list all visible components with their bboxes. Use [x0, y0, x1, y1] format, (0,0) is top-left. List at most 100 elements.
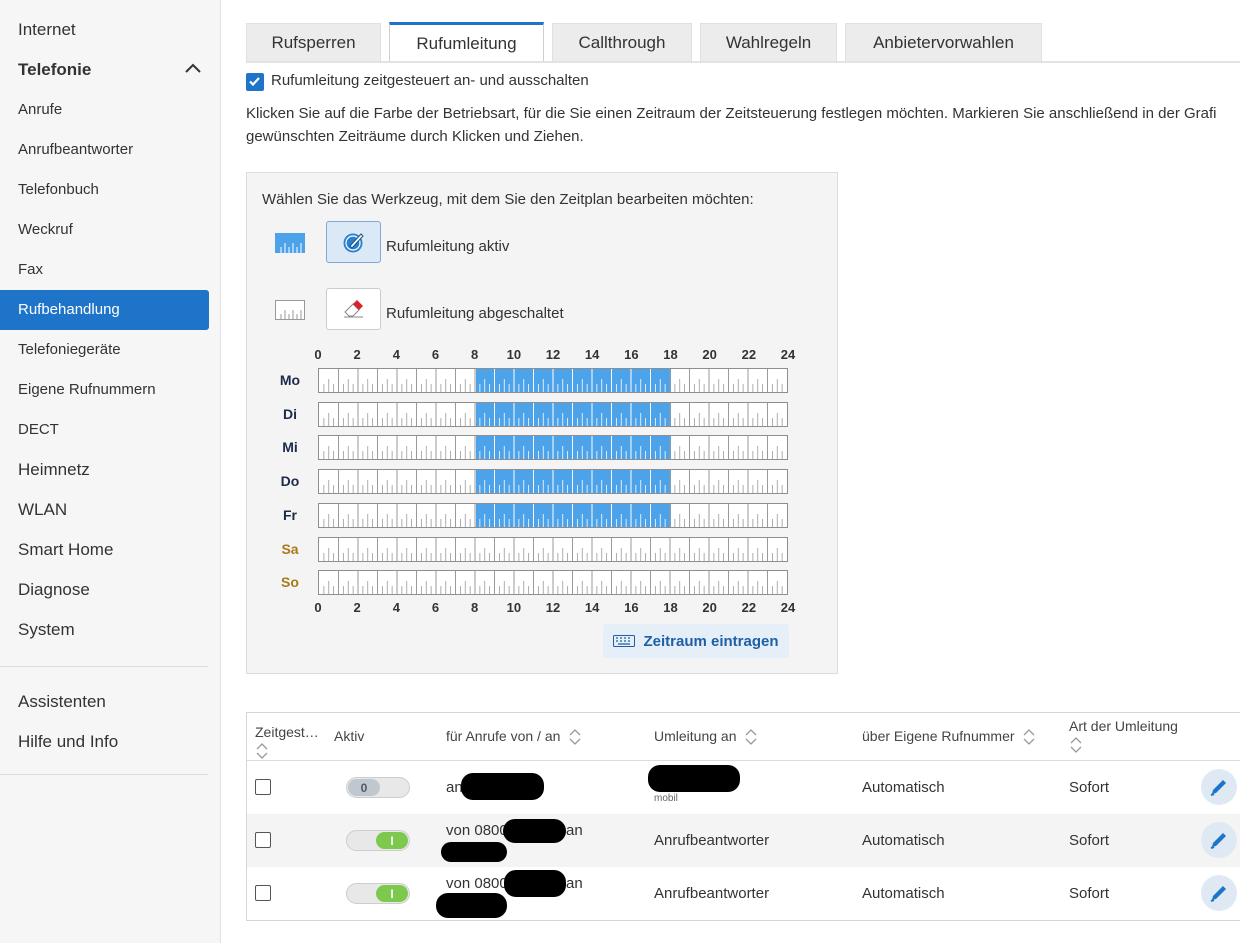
hour-label: 22	[741, 347, 757, 362]
schedule-row[interactable]	[318, 401, 788, 427]
day-label: Di	[283, 405, 297, 422]
tick-marks	[323, 369, 783, 392]
row-checkbox[interactable]	[255, 779, 271, 795]
sidebar-item-assistenten[interactable]: Assistenten	[0, 682, 209, 722]
column-header-label: über Eigene Rufnummer	[862, 728, 1015, 744]
hour-label: 24	[780, 600, 796, 615]
tick-marks	[323, 503, 783, 527]
hour-label: 10	[506, 347, 522, 362]
hour-label: 8	[471, 600, 479, 615]
eraser-icon	[343, 300, 363, 318]
schedule-row[interactable]	[318, 502, 788, 528]
edit-button[interactable]	[1201, 822, 1237, 858]
hour-label: 2	[353, 600, 361, 615]
sidebar-item-smart-home[interactable]: Smart Home	[0, 530, 209, 570]
tab-callthrough[interactable]: Callthrough	[552, 23, 692, 61]
sidebar-item-telefoniegeraete[interactable]: Telefoniegeräte	[0, 330, 209, 370]
hour-label: 22	[741, 600, 757, 615]
sidebar-item-rufbehandlung[interactable]: Rufbehandlung	[0, 290, 209, 330]
active-toggle[interactable]: I	[346, 830, 410, 851]
hour-label: 14	[584, 347, 600, 362]
instructions-line-2: gewünschten Zeiträume durch Klicken und …	[246, 128, 584, 145]
calls-suffix: an	[566, 875, 583, 892]
sort-icon	[745, 729, 757, 746]
schedule-row[interactable]	[318, 469, 788, 495]
schedule-row[interactable]	[318, 536, 788, 562]
pencil-icon	[1210, 780, 1226, 796]
sort-icon	[256, 743, 268, 759]
sidebar-item-weckruf[interactable]: Weckruf	[0, 210, 209, 250]
sidebar-item-label: Telefonie	[18, 60, 92, 79]
target-text: Anrufbeantworter	[654, 885, 770, 902]
sidebar-item-dect[interactable]: DECT	[0, 410, 209, 450]
tab-underline	[246, 61, 1240, 63]
active-toggle[interactable]: I	[346, 883, 410, 904]
sidebar-item-anrufe[interactable]: Anrufe	[0, 90, 209, 130]
active-toggle[interactable]: 0	[346, 777, 410, 798]
sidebar-item-internet[interactable]: Internet	[0, 10, 209, 50]
sidebar-item-eigene-rufnummern[interactable]: Eigene Rufnummern	[0, 370, 209, 410]
column-header-label: Art der Umleitung	[1069, 718, 1178, 734]
redacted-target-number	[648, 765, 740, 792]
hour-label: 12	[545, 600, 561, 615]
column-header-anrufe[interactable]: für Anrufe von / an	[446, 728, 582, 746]
day-label: Fr	[283, 506, 297, 523]
hour-label: 6	[431, 600, 440, 615]
tab-wahlregeln[interactable]: Wahlregeln	[700, 23, 837, 61]
tick-marks	[323, 402, 783, 426]
column-header-eigene-rufnummer[interactable]: über Eigene Rufnummer	[862, 728, 1036, 746]
sidebar-item-heimnetz[interactable]: Heimnetz	[0, 450, 209, 490]
sidebar-item-fax[interactable]: Fax	[0, 250, 209, 290]
edit-button[interactable]	[1201, 769, 1237, 805]
redacted-number	[441, 842, 507, 862]
tab-rufsperren[interactable]: Rufsperren	[246, 23, 381, 61]
tool-active-label: Rufumleitung aktiv	[386, 238, 510, 255]
tab-anbietervorwahlen[interactable]: Anbietervorwahlen	[845, 23, 1042, 61]
chevron-up-icon	[185, 63, 201, 73]
schedule-row[interactable]	[318, 435, 788, 461]
hour-label: 20	[702, 600, 717, 615]
tick-marks	[323, 537, 783, 561]
hour-label: 12	[545, 347, 561, 362]
schedule-row[interactable]	[318, 368, 788, 393]
hour-label: 8	[471, 347, 479, 362]
own-number-text: Automatisch	[862, 779, 945, 796]
column-header-label: für Anrufe von / an	[446, 728, 561, 744]
tab-rufumleitung[interactable]: Rufumleitung	[389, 22, 544, 62]
column-header-zeitgesteuert[interactable]: Zeitgest…	[255, 724, 319, 762]
hour-label: 20	[702, 347, 717, 362]
timer-checkbox-label: Rufumleitung zeitgesteuert an- und aussc…	[271, 72, 589, 89]
tick-marks	[323, 436, 783, 460]
sidebar-item-telefonie[interactable]: Telefonie	[0, 50, 209, 90]
hour-label: 16	[624, 347, 639, 362]
instructions-line-1: Klicken Sie auf die Farbe der Betriebsar…	[246, 105, 1217, 122]
row-checkbox[interactable]	[255, 885, 271, 901]
sidebar-item-wlan[interactable]: WLAN	[0, 490, 209, 530]
sidebar-item-system[interactable]: System	[0, 610, 209, 650]
column-header-aktiv: Aktiv	[334, 728, 365, 744]
tick-marks	[323, 470, 783, 494]
redacted-number	[503, 819, 566, 843]
column-header-label: Umleitung an	[654, 728, 737, 744]
redacted-number	[504, 870, 566, 897]
edit-button[interactable]	[1201, 875, 1237, 911]
sort-icon	[569, 729, 581, 746]
sidebar-item-anrufbeantworter[interactable]: Anrufbeantworter	[0, 130, 209, 170]
schedule-row[interactable]	[318, 570, 788, 596]
column-header-umleitung[interactable]: Umleitung an	[654, 728, 758, 746]
zeitraum-eintragen-button[interactable]: Zeitraum eintragen	[603, 624, 789, 658]
hour-label: 16	[624, 600, 639, 615]
tool-eraser-button[interactable]	[326, 288, 381, 330]
hour-label: 6	[431, 347, 440, 362]
column-header-art[interactable]: Art der Umleitung	[1069, 718, 1178, 756]
hour-label: 10	[506, 600, 522, 615]
sidebar-item-diagnose[interactable]: Diagnose	[0, 570, 209, 610]
tool-active-button[interactable]	[326, 221, 381, 263]
timer-checkbox[interactable]	[246, 73, 264, 91]
sidebar-item-hilfe-und-info[interactable]: Hilfe und Info	[0, 722, 209, 762]
hour-label: 18	[663, 600, 678, 615]
target-text: Anrufbeantworter	[654, 832, 770, 849]
sidebar-item-telefonbuch[interactable]: Telefonbuch	[0, 170, 209, 210]
zeitraum-eintragen-label: Zeitraum eintragen	[643, 632, 779, 650]
row-checkbox[interactable]	[255, 832, 271, 848]
